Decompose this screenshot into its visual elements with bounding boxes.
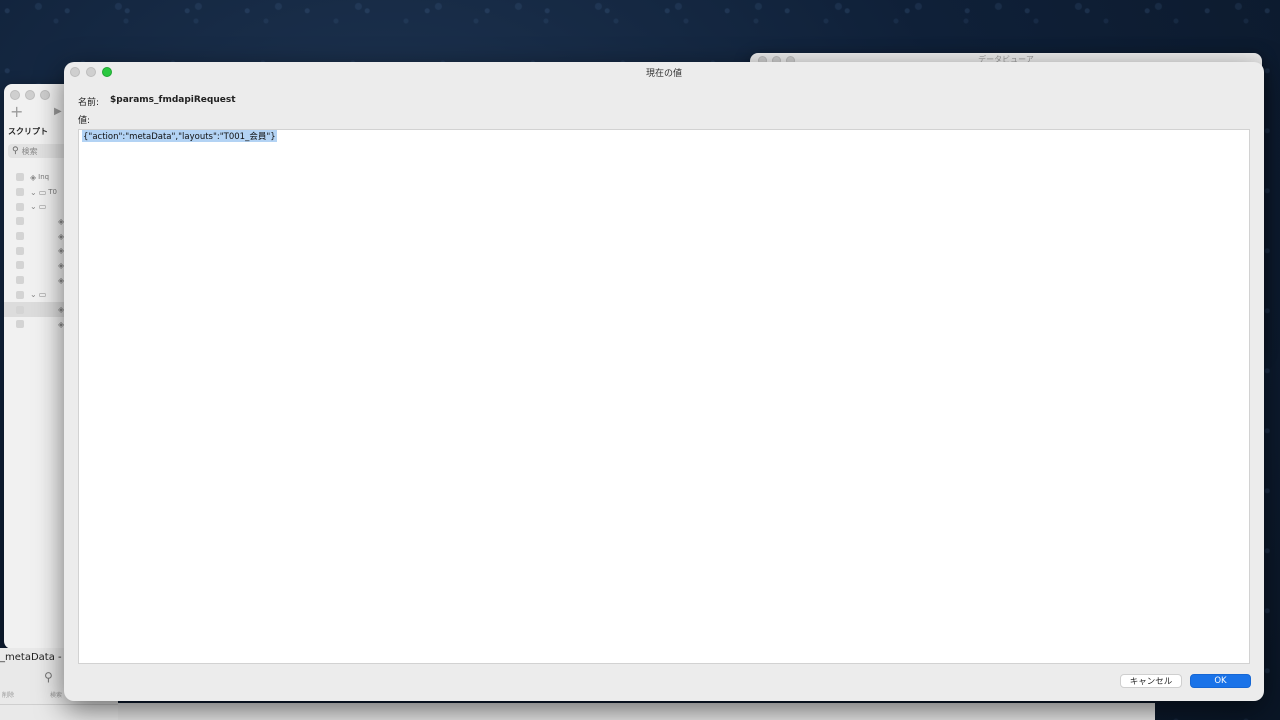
search-label: 検索 xyxy=(50,692,63,699)
script-section-label: スクリプト xyxy=(8,127,48,136)
variable-name-row: 名前: $params_fmdapiRequest xyxy=(78,95,236,108)
script-search-placeholder: 検索 xyxy=(21,146,38,156)
tree-item-label: Inq xyxy=(38,173,50,182)
delete-label: 削除 xyxy=(2,692,15,699)
name-label: 名前: xyxy=(78,98,100,108)
chevron-down-icon[interactable]: ⌄ xyxy=(30,202,37,211)
checkbox[interactable] xyxy=(16,305,24,314)
run-script-icon[interactable]: ▶ xyxy=(54,106,62,117)
chevron-down-icon[interactable]: ⌄ xyxy=(30,290,37,299)
folder-icon: ▭ xyxy=(38,290,47,300)
search-icon: ⚲ xyxy=(12,146,19,156)
add-script-icon[interactable]: + xyxy=(10,102,23,121)
current-value-dialog[interactable]: 現在の値 名前: $params_fmdapiRequest 値: {"acti… xyxy=(64,62,1264,701)
checkbox[interactable] xyxy=(16,232,24,241)
checkbox[interactable] xyxy=(16,261,24,270)
zoom-icon[interactable] xyxy=(40,90,50,100)
script-window-controls xyxy=(10,90,50,100)
dialog-titlebar: 現在の値 xyxy=(64,62,1264,80)
close-icon[interactable] xyxy=(10,90,20,100)
divider xyxy=(0,704,118,705)
folder-icon: ▭ xyxy=(38,202,47,212)
chevron-down-icon[interactable]: ⌄ xyxy=(30,188,37,197)
checkbox[interactable] xyxy=(16,173,24,182)
script-tab-title[interactable]: _metaData - 2 xyxy=(0,652,71,663)
value-label: 値: xyxy=(78,116,91,126)
checkbox[interactable] xyxy=(16,246,24,255)
variable-name-value: $params_fmdapiRequest xyxy=(110,95,236,105)
folder-icon: ▭ xyxy=(38,187,47,197)
checkbox[interactable] xyxy=(16,188,24,197)
dialog-title: 現在の値 xyxy=(645,69,682,79)
cancel-button[interactable]: キャンセル xyxy=(1120,674,1182,688)
ok-button[interactable]: OK xyxy=(1190,674,1251,688)
checkbox[interactable] xyxy=(16,202,24,211)
checkbox[interactable] xyxy=(16,217,24,226)
value-text-area[interactable]: {"action":"metaData","layouts":"T001_会員"… xyxy=(78,129,1250,664)
checkbox[interactable] xyxy=(16,290,24,299)
value-text-selected[interactable]: {"action":"metaData","layouts":"T001_会員"… xyxy=(82,130,277,142)
checkbox[interactable] xyxy=(16,276,24,285)
search-icon[interactable]: ⚲ xyxy=(44,670,53,684)
tree-item-label: T0 xyxy=(48,188,57,197)
background-window-strip xyxy=(118,703,1155,720)
minimize-icon[interactable] xyxy=(25,90,35,100)
script-icon: ◈ xyxy=(30,172,37,182)
checkbox[interactable] xyxy=(16,320,24,329)
